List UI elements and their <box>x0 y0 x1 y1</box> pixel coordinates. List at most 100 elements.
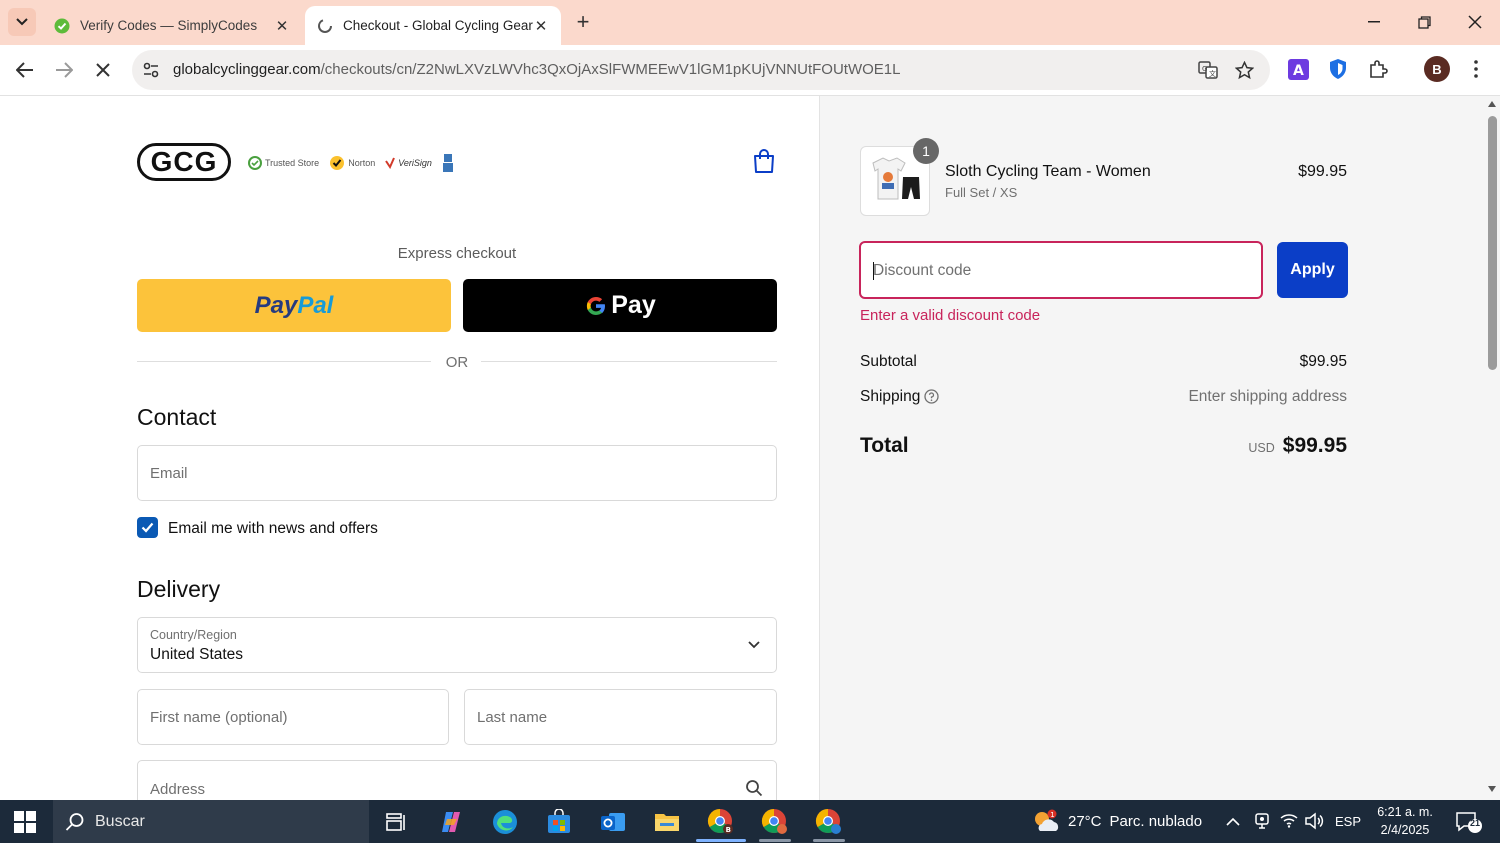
country-value: United States <box>150 646 244 663</box>
task-view-button[interactable] <box>382 808 410 836</box>
extension-a-icon: A <box>1287 58 1309 80</box>
newsletter-label[interactable]: Email me with news and offers <box>168 520 378 538</box>
chrome-profile-b-button[interactable]: B <box>707 808 735 836</box>
store-logo[interactable]: GCG <box>137 143 231 181</box>
google-pay-button[interactable]: Pay <box>463 279 777 332</box>
star-icon <box>1234 60 1254 79</box>
page-scrollbar[interactable] <box>1485 96 1500 800</box>
total-value-row: USD $99.95 <box>1100 434 1347 458</box>
more-vert-icon <box>1474 60 1478 78</box>
product-variant: Full Set / XS <box>945 185 1018 200</box>
volume-button[interactable] <box>1304 812 1324 833</box>
norton-badge: Norton <box>329 155 375 171</box>
browser-toolbar: globalcyclinggear.com/checkouts/cn/Z2NwL… <box>0 45 1500 96</box>
taskbar-search[interactable]: Buscar <box>53 800 369 843</box>
stop-loading-button[interactable] <box>88 55 118 85</box>
weather-alert-count: 1 <box>1050 811 1054 819</box>
product-price: $99.95 <box>1298 163 1347 180</box>
first-name-field[interactable]: First name (optional) <box>137 689 449 745</box>
country-select[interactable]: Country/Region United States <box>137 617 777 673</box>
copilot-button[interactable] <box>437 808 465 836</box>
tab-checkout[interactable]: Checkout - Global Cycling Gear ✕ <box>305 6 561 45</box>
express-checkout-label: Express checkout <box>397 245 517 262</box>
last-name-field[interactable]: Last name <box>464 689 777 745</box>
show-hidden-icons-button[interactable] <box>1226 814 1240 829</box>
back-button[interactable] <box>10 55 40 85</box>
weather-widget[interactable]: 1 27°C Parc. nublado <box>1032 809 1202 833</box>
svg-text:B: B <box>726 826 731 834</box>
weather-description: Parc. nublado <box>1109 812 1203 830</box>
outlook-button[interactable] <box>599 808 627 836</box>
scroll-up-arrow[interactable] <box>1488 101 1496 107</box>
verisign-check-icon <box>385 157 396 169</box>
total-currency: USD <box>1248 441 1275 455</box>
notification-count: 21 <box>1469 818 1480 828</box>
language-indicator[interactable]: ESP <box>1335 814 1361 829</box>
tab-search-button[interactable] <box>8 8 36 36</box>
tab-verify-codes[interactable]: Verify Codes — SimplyCodes ✕ <box>42 6 302 45</box>
task-view-icon <box>386 813 405 831</box>
chrome-profile-a-button[interactable] <box>815 808 843 836</box>
clock[interactable]: 6:21 a. m. 2/4/2025 <box>1370 803 1440 839</box>
edge-button[interactable] <box>491 808 519 836</box>
tab-close-icon[interactable]: ✕ <box>533 17 549 35</box>
edge-icon <box>493 810 517 834</box>
chevron-down-icon <box>748 641 760 649</box>
google-g-icon <box>587 296 606 315</box>
scrollbar-thumb[interactable] <box>1488 116 1497 370</box>
discount-code-field[interactable]: Discount code <box>859 241 1263 299</box>
url-text: globalcyclinggear.com/checkouts/cn/Z2NwL… <box>173 61 900 78</box>
product-name: Sloth Cycling Team - Women <box>945 163 1151 180</box>
windows-start-icon[interactable] <box>14 811 36 833</box>
minimize-icon <box>1368 21 1380 23</box>
taskbar-search-label: Buscar <box>95 812 145 830</box>
restore-button[interactable] <box>1404 8 1444 36</box>
translate-button[interactable]: G文 <box>1197 59 1219 81</box>
browser-menu-button[interactable] <box>1464 57 1488 81</box>
new-tab-button[interactable]: + <box>570 10 596 36</box>
profile-avatar[interactable]: B <box>1424 56 1450 82</box>
extension-shield-button[interactable] <box>1326 57 1350 81</box>
windows-taskbar: Buscar B 1 27°C Parc. nublado ESP 6:21 a… <box>0 800 1500 843</box>
apply-discount-button[interactable]: Apply <box>1277 242 1348 298</box>
extension-a-button[interactable]: A <box>1286 57 1310 81</box>
newsletter-checkbox[interactable] <box>137 517 158 538</box>
address-bar[interactable]: globalcyclinggear.com/checkouts/cn/Z2NwL… <box>132 50 1270 90</box>
paypal-button[interactable]: Pay Pal <box>137 279 451 332</box>
meet-now-button[interactable] <box>1253 812 1271 833</box>
file-explorer-button[interactable] <box>653 808 681 836</box>
extensions-button[interactable] <box>1366 57 1390 81</box>
forward-button[interactable] <box>49 55 79 85</box>
minimize-button[interactable] <box>1354 8 1394 36</box>
browser-tab-bar: Verify Codes — SimplyCodes ✕ Checkout - … <box>0 0 1500 45</box>
notifications-button[interactable]: 21 <box>1456 811 1482 833</box>
cart-button[interactable] <box>752 148 776 174</box>
total-value: $99.95 <box>1282 434 1347 457</box>
clock-time: 6:21 a. m. <box>1377 805 1433 819</box>
checkout-page: GCG Trusted Store Norton VeriSign Expres… <box>0 96 1500 800</box>
tab-title: Verify Codes — SimplyCodes <box>80 18 258 33</box>
or-divider: OR <box>137 352 777 372</box>
close-window-button[interactable] <box>1455 8 1495 36</box>
address-field[interactable]: Address <box>137 760 777 800</box>
weather-temperature: 27°C <box>1068 812 1102 830</box>
active-app-indicator <box>696 839 746 842</box>
subtotal-value: $99.95 <box>1299 353 1347 370</box>
chevron-down-icon <box>16 18 28 26</box>
speaker-icon <box>1305 812 1324 830</box>
trusted-store-label: Trusted Store <box>265 158 320 168</box>
bookmark-button[interactable] <box>1233 59 1255 81</box>
discount-error-message: Enter a valid discount code <box>860 307 1041 324</box>
chrome-profile-2-button[interactable] <box>761 808 789 836</box>
wifi-button[interactable] <box>1280 812 1298 831</box>
svg-text:文: 文 <box>1209 69 1216 78</box>
norton-check-icon <box>330 156 345 170</box>
running-app-indicator <box>813 839 845 842</box>
discount-placeholder: Discount code <box>873 262 972 279</box>
help-icon[interactable] <box>924 389 939 404</box>
tab-close-icon[interactable]: ✕ <box>274 17 290 35</box>
store-button[interactable] <box>545 808 573 836</box>
email-field[interactable]: Email <box>137 445 777 501</box>
url-host: globalcyclinggear.com <box>173 61 321 78</box>
scroll-down-arrow[interactable] <box>1488 786 1496 792</box>
